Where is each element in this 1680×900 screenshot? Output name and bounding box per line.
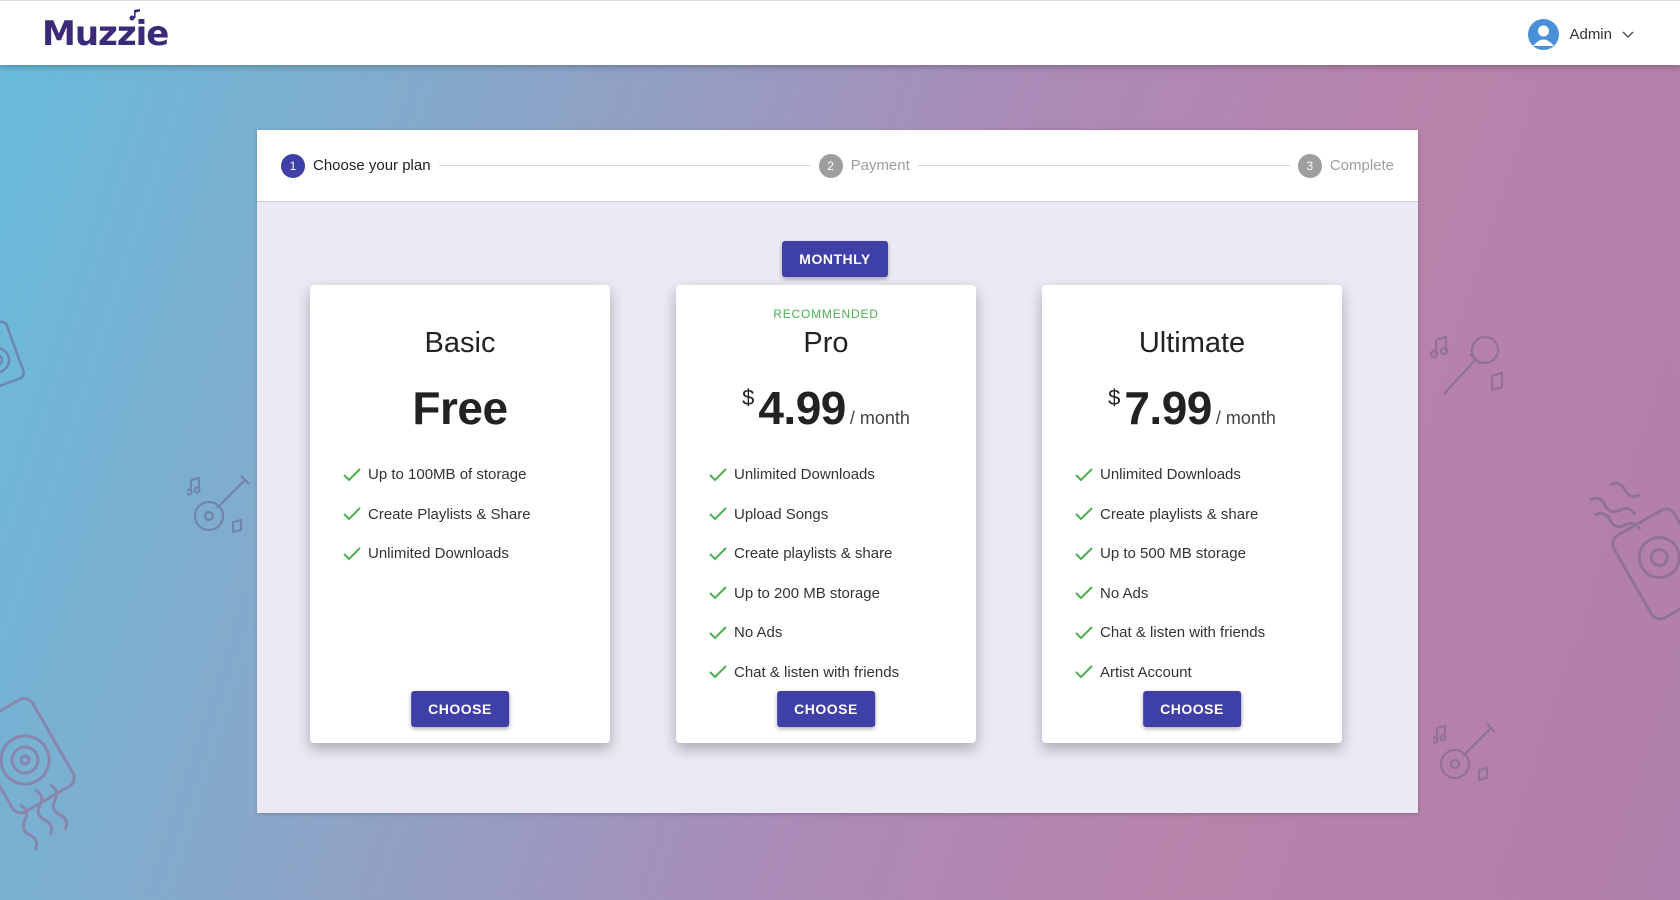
- speaker-icon: [0, 320, 25, 391]
- check-icon: [1075, 468, 1093, 482]
- guitar-icon: [187, 475, 250, 534]
- price-period: / month: [1215, 408, 1276, 428]
- price-period: / month: [849, 408, 910, 428]
- feature-label: No Ads: [1100, 584, 1149, 602]
- list-item: Create playlists & share: [708, 534, 899, 574]
- step-connector: [438, 165, 811, 166]
- check-icon: [709, 547, 727, 561]
- choose-ultimate-button[interactable]: CHOOSE: [1143, 691, 1241, 727]
- choose-basic-button[interactable]: CHOOSE: [411, 691, 509, 727]
- list-item: Chat & listen with friends: [708, 653, 899, 693]
- feature-label: Up to 500 MB storage: [1100, 545, 1246, 563]
- feature-label: No Ads: [734, 624, 783, 642]
- plan-card-basic: Basic Free Up to 100MB of storage Create…: [310, 285, 610, 743]
- feature-label: Unlimited Downloads: [368, 545, 509, 563]
- list-item: Up to 500 MB storage: [1074, 534, 1265, 574]
- list-item: No Ads: [1074, 574, 1265, 614]
- feature-label: Chat & listen with friends: [1100, 624, 1266, 642]
- check-icon: [343, 507, 361, 521]
- check-icon: [1075, 507, 1093, 521]
- step-choose-plan: 1 Choose your plan: [281, 153, 431, 178]
- check-icon: [709, 507, 727, 521]
- list-item: Unlimited Downloads: [708, 455, 899, 495]
- check-icon: [1075, 626, 1093, 640]
- speaker-icon: [1589, 481, 1680, 621]
- price-value: Free: [412, 382, 508, 434]
- app-logo[interactable]: Muzzie: [42, 9, 169, 57]
- check-icon: [343, 547, 361, 561]
- checkout-stepper: 1 Choose your plan 2 Payment 3 Complete: [257, 130, 1418, 202]
- feature-label: Create Playlists & Share: [368, 505, 531, 523]
- check-icon: [709, 468, 727, 482]
- check-icon: [709, 665, 727, 679]
- app-logo-text: Muzzie: [42, 14, 169, 54]
- plan-price: $ 4.99 / month: [676, 381, 976, 435]
- plan-selection-panel: 1 Choose your plan 2 Payment 3 Complete …: [257, 130, 1418, 813]
- feature-label: Up to 200 MB storage: [734, 584, 880, 602]
- plan-price: Free: [310, 381, 610, 435]
- step-complete: 3 Complete: [1297, 153, 1395, 178]
- price-currency: $: [742, 385, 755, 410]
- plan-price: $ 7.99 / month: [1042, 381, 1342, 435]
- plan-card-ultimate: Ultimate $ 7.99 / month Unlimited Downlo…: [1042, 285, 1342, 743]
- recommended-badge: RECOMMENDED: [773, 307, 879, 321]
- feature-label: Create playlists & share: [734, 545, 893, 563]
- plan-name: Pro: [803, 327, 849, 359]
- list-item: Chat & listen with friends: [1074, 613, 1265, 653]
- check-icon: [343, 468, 361, 482]
- plan-card-pro: RECOMMENDED Pro $ 4.99 / month Unlimited…: [676, 285, 976, 743]
- check-icon: [1075, 665, 1093, 679]
- speaker-icon: [0, 697, 76, 851]
- feature-label: Create playlists & share: [1100, 505, 1259, 523]
- list-item: Create Playlists & Share: [342, 495, 531, 535]
- feature-list: Unlimited Downloads Upload Songs Create …: [708, 455, 899, 692]
- check-icon: [1075, 586, 1093, 600]
- user-name: Admin: [1569, 25, 1612, 43]
- user-avatar-icon: [1528, 18, 1560, 50]
- list-item: Unlimited Downloads: [1074, 455, 1265, 495]
- list-item: Unlimited Downloads: [342, 534, 531, 574]
- step-label: Choose your plan: [313, 157, 431, 174]
- list-item: Up to 200 MB storage: [708, 574, 899, 614]
- list-item: Up to 100MB of storage: [342, 455, 531, 495]
- list-item: Upload Songs: [708, 495, 899, 535]
- top-navbar: Muzzie Admin: [0, 0, 1680, 65]
- step-number: 3: [1297, 153, 1322, 178]
- check-icon: [1075, 547, 1093, 561]
- step-payment: 2 Payment: [818, 153, 910, 178]
- feature-label: Unlimited Downloads: [1100, 466, 1241, 484]
- check-icon: [709, 626, 727, 640]
- feature-label: Up to 100MB of storage: [368, 466, 527, 484]
- step-label: Complete: [1329, 157, 1395, 174]
- check-icon: [709, 586, 727, 600]
- price-currency: $: [1108, 385, 1121, 410]
- feature-label: Unlimited Downloads: [734, 466, 875, 484]
- step-label: Payment: [850, 157, 910, 174]
- chevron-down-icon: [1622, 31, 1634, 39]
- step-connector: [917, 165, 1290, 166]
- price-value: 4.99: [758, 382, 846, 434]
- step-number: 2: [818, 153, 843, 178]
- step-number: 1: [281, 153, 305, 178]
- list-item: Artist Account: [1074, 653, 1265, 693]
- feature-list: Up to 100MB of storage Create Playlists …: [342, 455, 531, 574]
- plan-name: Basic: [424, 327, 496, 359]
- billing-period-toggle[interactable]: MONTHLY: [782, 241, 888, 277]
- feature-label: Chat & listen with friends: [734, 663, 900, 681]
- list-item: Create playlists & share: [1074, 495, 1265, 535]
- microphone-icon: [1430, 335, 1504, 395]
- guitar-icon: [1433, 723, 1496, 782]
- price-value: 7.99: [1124, 382, 1212, 434]
- list-item: No Ads: [708, 613, 899, 653]
- plan-name: Ultimate: [1138, 327, 1246, 359]
- user-menu[interactable]: Admin: [1528, 18, 1634, 50]
- music-note-icon: [129, 9, 140, 21]
- feature-label: Artist Account: [1100, 663, 1192, 681]
- choose-pro-button[interactable]: CHOOSE: [777, 691, 875, 727]
- feature-list: Unlimited Downloads Create playlists & s…: [1074, 455, 1265, 692]
- feature-label: Upload Songs: [734, 505, 829, 523]
